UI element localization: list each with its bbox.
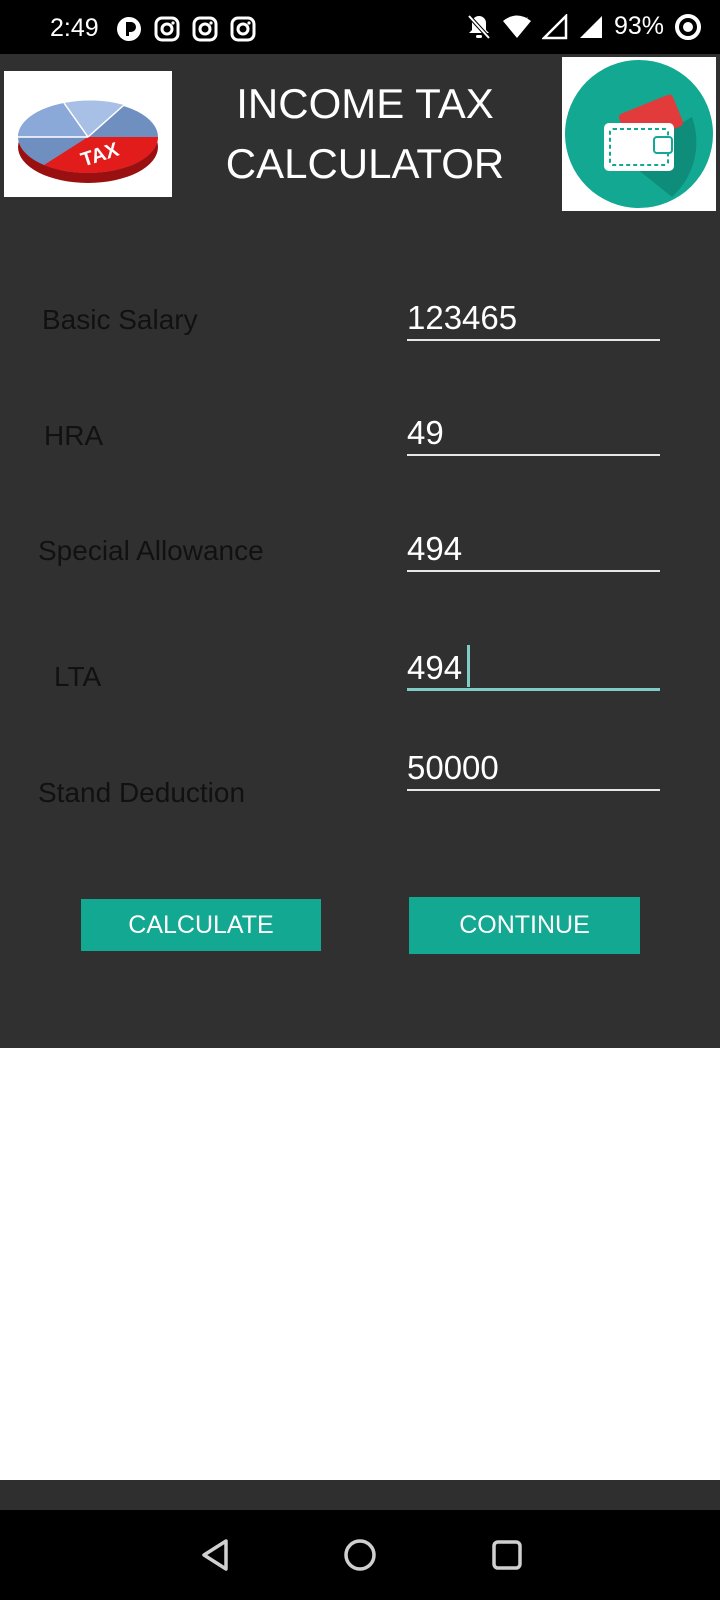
text-caret [467, 645, 470, 687]
label-lta: LTA [54, 661, 102, 692]
basic-salary-input[interactable] [407, 297, 660, 341]
back-icon[interactable] [196, 1535, 236, 1575]
signal-icon [579, 15, 602, 38]
app-content: TAX INCOME TAX CALCULATOR Basic Salary H… [0, 54, 720, 1048]
nav-divider-strip [0, 1480, 720, 1510]
tax-pie-chart-icon: TAX [17, 100, 158, 183]
wallet-logo [562, 57, 716, 211]
instagram-icon [230, 16, 256, 42]
status-left-icons [116, 16, 256, 42]
stand-deduction-input[interactable] [407, 747, 660, 791]
battery-percent: 93% [613, 12, 664, 40]
status-bar: 2:49 x 93% [0, 0, 720, 54]
calculate-button[interactable]: CALCULATE [81, 899, 321, 951]
page-title: INCOME TAX CALCULATOR [200, 74, 530, 194]
recents-icon[interactable] [487, 1535, 527, 1575]
lta-input[interactable] [407, 647, 660, 691]
bell-off-icon [467, 14, 491, 39]
label-hra: HRA [44, 420, 104, 451]
status-right-icons: x 93% [466, 12, 702, 41]
instagram-icon [192, 16, 218, 42]
wifi-icon: x [502, 15, 531, 38]
wallet-icon [565, 60, 713, 208]
instagram-icon [154, 16, 180, 42]
page-title-line2: CALCULATOR [225, 140, 505, 187]
continue-button[interactable]: CONTINUE [409, 897, 640, 954]
status-time: 2:49 [50, 14, 99, 42]
home-icon[interactable] [340, 1535, 380, 1575]
label-special-allowance: Special Allowance [38, 535, 264, 566]
battery-ring-icon [675, 13, 701, 40]
hra-input[interactable] [407, 412, 660, 456]
signal-x-icon [541, 13, 568, 39]
label-stand-deduction: Stand Deduction [38, 777, 246, 808]
special-allowance-input[interactable] [407, 528, 660, 572]
svg-text:x: x [523, 15, 528, 26]
label-basic-salary: Basic Salary [42, 304, 198, 335]
system-nav-bar [0, 1510, 720, 1600]
tax-pie-logo: TAX [4, 71, 172, 197]
page-title-line1: INCOME TAX [236, 80, 494, 127]
notification-app-icon [117, 17, 141, 41]
